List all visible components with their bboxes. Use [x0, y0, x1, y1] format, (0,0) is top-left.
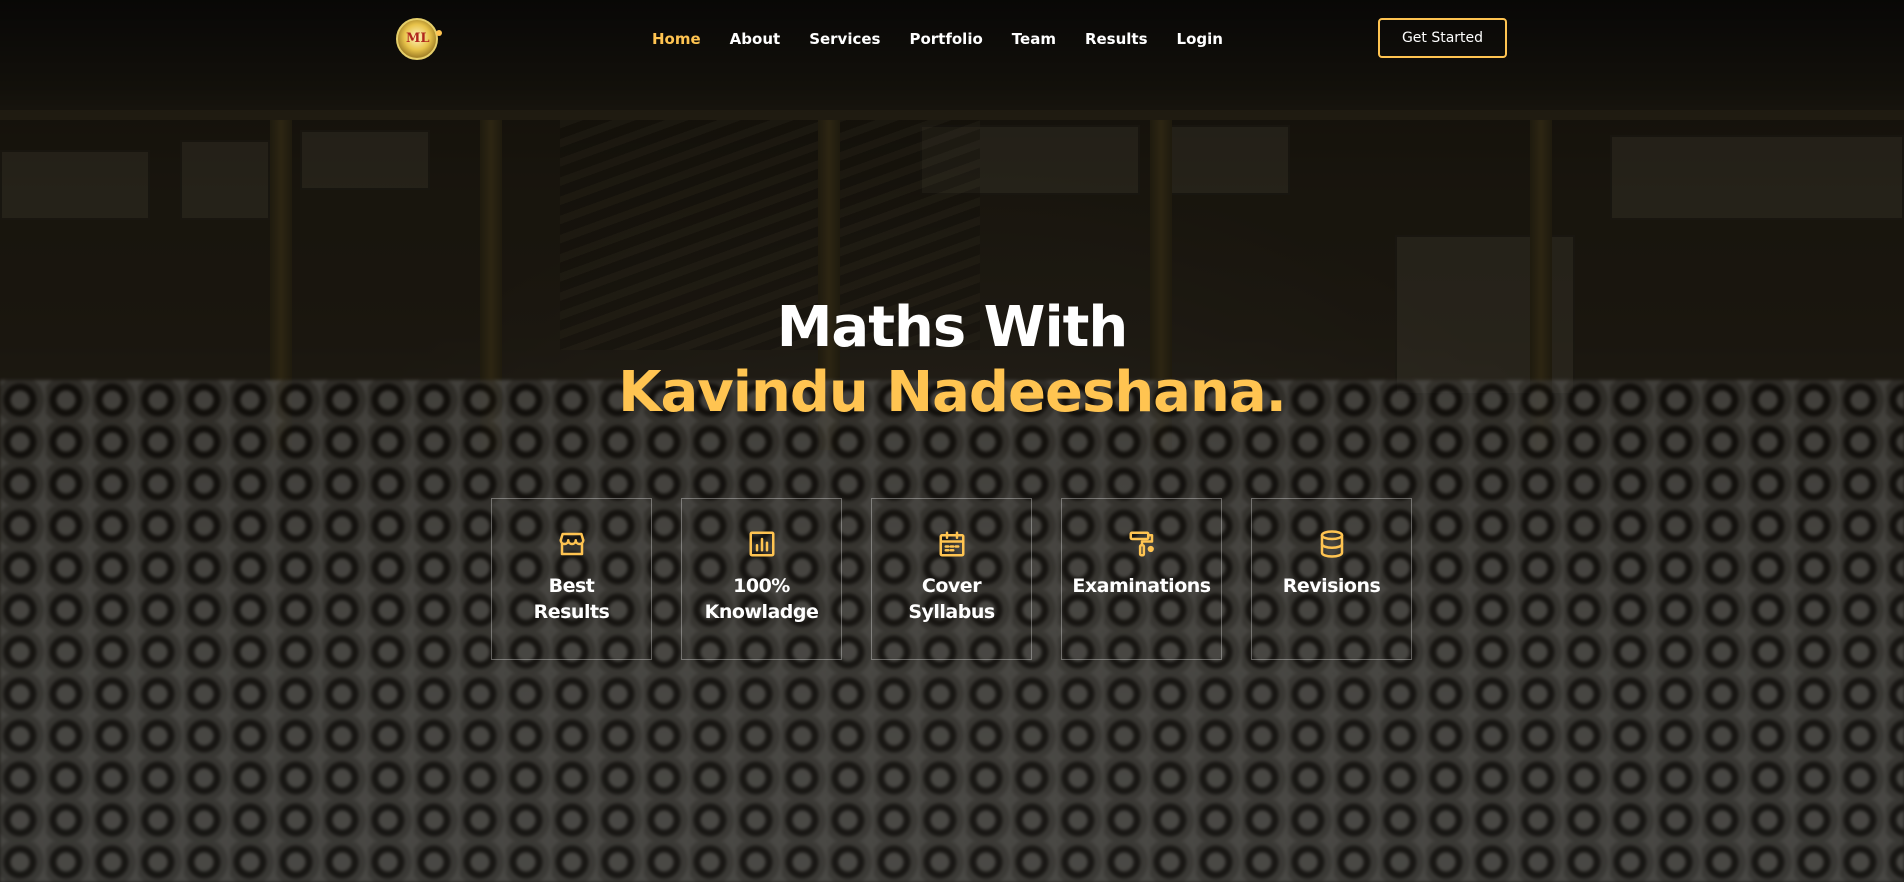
site-logo[interactable]: ML	[396, 18, 438, 60]
nav-link-team[interactable]: Team	[1012, 27, 1056, 51]
nav-link-about[interactable]: About	[730, 27, 781, 51]
feature-label: Revisions	[1282, 575, 1381, 597]
main-nav: Home About Services Portfolio Team Resul…	[652, 27, 1252, 51]
store-icon	[557, 529, 587, 559]
nav-link-results[interactable]: Results	[1085, 27, 1148, 51]
feature-box-revisions[interactable]: Revisions	[1251, 498, 1412, 660]
feature-box-examinations[interactable]: Examinations	[1061, 498, 1222, 660]
hero-title-line1: Maths With	[776, 295, 1129, 360]
site-header: ML Home About Services Portfolio Team Re…	[0, 0, 1904, 78]
feature-box-cover-syllabus[interactable]: Cover Syllabus	[871, 498, 1032, 660]
nav-link-home[interactable]: Home	[652, 27, 701, 51]
hero-title-line2: Kavindu Nadeeshana.	[618, 360, 1287, 425]
paint-roller-icon	[1127, 529, 1157, 559]
logo-text: ML	[406, 31, 430, 46]
database-icon	[1317, 529, 1347, 559]
nav-link-services[interactable]: Services	[809, 27, 880, 51]
bar-chart-icon	[747, 529, 777, 559]
feature-label: Examinations	[1072, 575, 1211, 597]
feature-boxes: Best Results 100% Knowladge Cover Syllab…	[491, 498, 1412, 660]
nav-link-portfolio[interactable]: Portfolio	[909, 27, 982, 51]
get-started-button[interactable]: Get Started	[1378, 18, 1507, 58]
hero-dark-overlay	[0, 0, 1904, 882]
feature-box-best-results[interactable]: Best Results	[491, 498, 652, 660]
nav-link-login[interactable]: Login	[1177, 27, 1223, 51]
feature-label: Cover Syllabus	[908, 575, 995, 623]
calendar-icon	[937, 529, 967, 559]
logo-dot	[436, 30, 442, 36]
feature-box-knowledge[interactable]: 100% Knowladge	[681, 498, 842, 660]
feature-label: Best Results	[533, 575, 610, 623]
feature-label: 100% Knowladge	[704, 575, 819, 623]
